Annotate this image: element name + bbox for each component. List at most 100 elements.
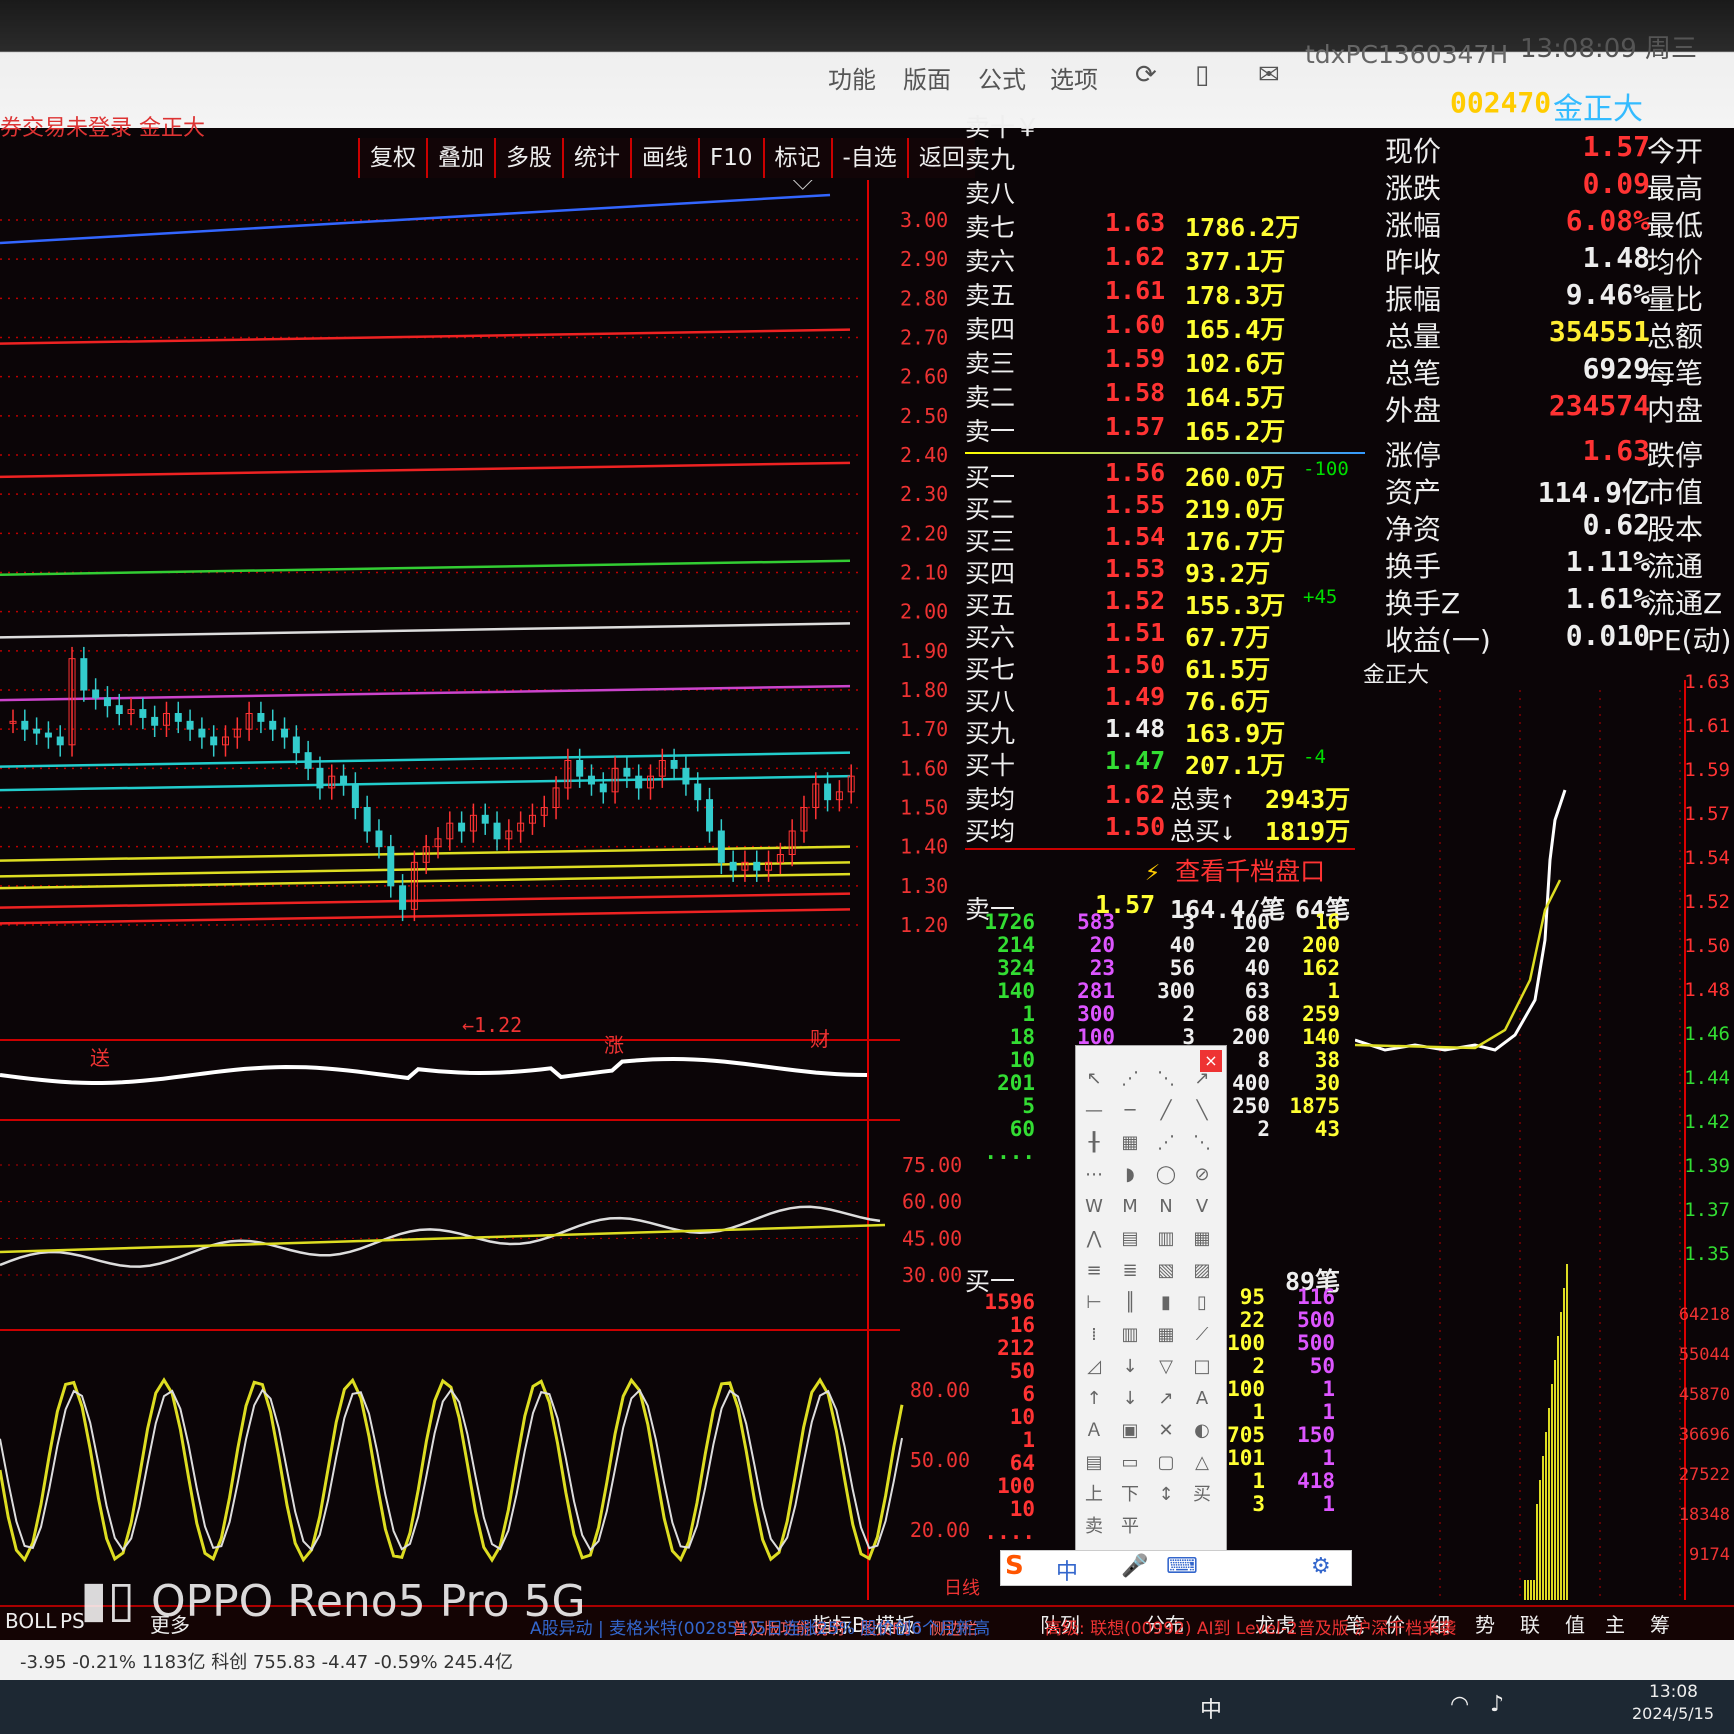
bottom-tab[interactable]: 筹 — [1650, 1609, 1670, 1638]
bottom-tab[interactable]: 值 — [1565, 1609, 1585, 1638]
microphone-icon[interactable]: 🎤 — [1121, 1554, 1148, 1579]
bid-3-row[interactable]: 买三 1.54 176.7万 — [965, 522, 1365, 556]
mark-button[interactable]: 标记 — [762, 138, 831, 178]
statistics-button[interactable]: 统计 — [562, 138, 630, 178]
ask-2-row[interactable]: 卖二 1.58 164.5万 — [965, 378, 1365, 412]
bid-1-row[interactable]: 买一 1.56 260.0万 -100 — [965, 458, 1365, 492]
drawing-tool-icon[interactable]: A — [1196, 1388, 1209, 1409]
volume-icon[interactable]: ♪ — [1490, 1692, 1504, 1717]
ask-4-row[interactable]: 卖四 1.60 165.4万 — [965, 310, 1365, 344]
mail-icon[interactable]: ✉ — [1258, 60, 1280, 90]
drawing-tool-icon[interactable]: ⟋ — [1196, 1324, 1209, 1345]
drawing-tool-icon[interactable]: ▦ — [1157, 1324, 1174, 1345]
drawing-tool-icon[interactable]: ▢ — [1157, 1452, 1174, 1473]
drawing-tool-icon[interactable]: ▽ — [1159, 1356, 1173, 1377]
drawing-tool-icon[interactable]: ▤ — [1121, 1228, 1138, 1249]
multi-stock-button[interactable]: 多股 — [494, 138, 562, 178]
bid-6-row[interactable]: 买六 1.51 67.7万 — [965, 618, 1365, 652]
f10-button[interactable]: F10 — [698, 138, 763, 178]
drawing-tool-icon[interactable]: Ａ — [1085, 1420, 1103, 1441]
ask-8-row[interactable]: 卖八 — [965, 174, 1365, 208]
drawing-tool-icon[interactable]: ▤ — [1085, 1452, 1102, 1473]
drawing-tool-icon[interactable]: ◿ — [1087, 1356, 1101, 1377]
ask-9-row[interactable]: 卖九 — [965, 140, 1365, 174]
ask-3-row[interactable]: 卖三 1.59 102.6万 — [965, 344, 1365, 378]
intraday-mini-chart[interactable]: 金正大 1.63 1.61 1.59 1.57 1.54 1.52 1.50 1.48 1.46… — [1355, 660, 1734, 1620]
drawing-tool-icon[interactable]: ╲ — [1196, 1099, 1209, 1121]
ask-6-row[interactable]: 卖六 1.62 377.1万 — [965, 242, 1365, 276]
drawing-tool-icon[interactable]: ▦ — [1193, 1228, 1210, 1249]
drawing-tool-icon[interactable]: 上 — [1085, 1484, 1103, 1505]
drawing-tool-icon[interactable]: ⋀ — [1086, 1228, 1102, 1249]
drawing-tool-icon[interactable]: ⊘ — [1194, 1164, 1209, 1185]
drawing-tool-icon[interactable]: ⋱ — [1157, 1068, 1175, 1089]
drawing-tool-icon[interactable]: ⋯ — [1085, 1164, 1103, 1185]
drawing-tool-icon[interactable]: ⋱ — [1193, 1132, 1211, 1153]
bid-4-row[interactable]: 买四 1.53 93.2万 — [965, 554, 1365, 588]
ask-7-row[interactable]: 卖七 1.63 1786.2万 — [965, 208, 1365, 242]
tray-ime-icon[interactable]: 中 — [1200, 1692, 1222, 1724]
drawing-tool-icon[interactable]: N — [1159, 1196, 1172, 1217]
drawing-tool-icon[interactable]: ─ — [1124, 1100, 1137, 1121]
drawing-tool-icon[interactable]: ⋰ — [1157, 1132, 1175, 1153]
drawing-tool-grid[interactable]: ↖ ⋰ ⋱ ↗ — ─ ╱ ╲ ╂ ▦ ⋰ ⋱ ⋯ ◗ ◯ ⊘ W M N V ⋀ ▤ ▥ ▦ ≡ ≣ ▧ ▨ ⊢ ║ ▮ ▯ ⁞ ▥ ▦ ⟋ ◿ ↓ ▽ □… — [1076, 1046, 1226, 1551]
restore-rights-button[interactable]: 复权 — [358, 138, 426, 178]
ime-toolbar[interactable]: S 中 🎤 ⌨ ⚙ — [1000, 1550, 1352, 1586]
drawing-tools-panel[interactable]: × ↖ ⋰ ⋱ ↗ — ─ ╱ ╲ ╂ ▦ ⋰ ⋱ ⋯ ◗ ◯ ⊘ W M N V ⋀ ▤ ▥ ▦ ≡ ≣ ▧ ▨ ⊢ ║ ▮ ▯ ⁞ ▥ ▦ ⟋ ◿ ↓… — [1075, 1045, 1227, 1552]
drawing-tool-icon[interactable]: ⁞ — [1091, 1324, 1097, 1345]
overlay-button[interactable]: 叠加 — [426, 138, 494, 178]
ime-mode[interactable]: 中 — [1056, 1554, 1078, 1586]
drawing-tool-icon[interactable]: — — [1085, 1100, 1103, 1121]
bid-7-row[interactable]: 买七 1.50 61.5万 — [965, 650, 1365, 684]
drawing-tool-icon[interactable]: M — [1122, 1196, 1138, 1217]
drawing-tool-icon[interactable]: ▣ — [1121, 1420, 1138, 1441]
drawing-tool-icon[interactable]: 下 — [1121, 1484, 1139, 1505]
drawing-tool-icon[interactable]: ≡ — [1086, 1260, 1101, 1281]
bottom-tab[interactable]: 联 — [1520, 1609, 1540, 1638]
refresh-icon[interactable]: ⟳ — [1135, 60, 1157, 90]
drawing-tool-icon[interactable]: ▭ — [1121, 1452, 1138, 1473]
settings-icon[interactable]: ⚙ — [1311, 1554, 1331, 1579]
ask-1-row[interactable]: 卖一 1.57 165.2万 — [965, 412, 1365, 446]
drawing-tool-icon[interactable]: ↑ — [1086, 1388, 1101, 1409]
drawing-tool-icon[interactable]: ╱ — [1160, 1099, 1173, 1121]
drawing-tool-icon[interactable]: ⋰ — [1121, 1068, 1139, 1089]
drawing-tool-icon[interactable]: ◐ — [1194, 1420, 1210, 1441]
menu-options[interactable]: 选项 — [1050, 60, 1098, 95]
drawing-tool-icon[interactable]: ⊢ — [1086, 1292, 1102, 1313]
phone-icon[interactable]: ▯ — [1195, 60, 1209, 90]
drawing-tool-icon[interactable]: ║ — [1125, 1291, 1136, 1313]
bottom-tab[interactable]: 势 — [1475, 1609, 1495, 1638]
drawing-tool-icon[interactable]: ↓ — [1122, 1388, 1137, 1409]
drawing-tool-icon[interactable]: V — [1196, 1196, 1209, 1217]
drawing-tool-icon[interactable]: 买 — [1193, 1484, 1211, 1505]
drawing-tool-icon[interactable]: ▥ — [1121, 1324, 1138, 1345]
drawing-tool-icon[interactable]: ≣ — [1122, 1260, 1137, 1281]
drawing-tool-icon[interactable]: ◗ — [1125, 1164, 1134, 1185]
remove-watchlist-button[interactable]: -自选 — [830, 138, 907, 178]
drawing-tool-icon[interactable]: ◯ — [1156, 1164, 1176, 1185]
bid-8-row[interactable]: 买八 1.49 76.6万 — [965, 682, 1365, 716]
drawing-tool-icon[interactable]: △ — [1195, 1452, 1209, 1473]
bottom-tab[interactable]: BOLL — [5, 1609, 56, 1633]
drawing-tool-icon[interactable]: ▮ — [1161, 1292, 1171, 1313]
keyboard-icon[interactable]: ⌨ — [1166, 1554, 1198, 1579]
kline-chart[interactable]: 3.00 2.90 2.80 2.70 2.60 2.50 2.40 2.30 2.20 2.10… — [0, 180, 980, 1600]
bid-10-row[interactable]: 买十 1.47 207.1万 -4 — [965, 746, 1365, 780]
menu-layout[interactable]: 版面 — [903, 60, 951, 95]
sogou-icon[interactable]: S — [1005, 1551, 1024, 1581]
drawing-tool-icon[interactable]: ↖ — [1086, 1068, 1101, 1089]
drawing-tool-icon[interactable]: W — [1085, 1196, 1103, 1217]
drawing-tool-icon[interactable]: 卖 — [1085, 1516, 1103, 1537]
bid-2-row[interactable]: 买二 1.55 219.0万 — [965, 490, 1365, 524]
menu-formula[interactable]: 公式 — [978, 60, 1026, 95]
wifi-icon[interactable]: ◠ — [1450, 1692, 1469, 1717]
drawing-tool-icon[interactable]: ▯ — [1197, 1292, 1207, 1313]
ask-5-row[interactable]: 卖五 1.61 178.3万 — [965, 276, 1365, 310]
close-icon[interactable]: × — [1200, 1050, 1222, 1072]
drawing-tool-icon[interactable]: ▨ — [1193, 1260, 1210, 1281]
drawing-tool-icon[interactable]: ✕ — [1158, 1420, 1173, 1441]
drawing-tool-icon[interactable]: ↗ — [1158, 1388, 1173, 1409]
drawing-tool-icon[interactable]: ╂ — [1088, 1131, 1101, 1153]
drawing-tool-icon[interactable]: ▧ — [1157, 1260, 1174, 1281]
